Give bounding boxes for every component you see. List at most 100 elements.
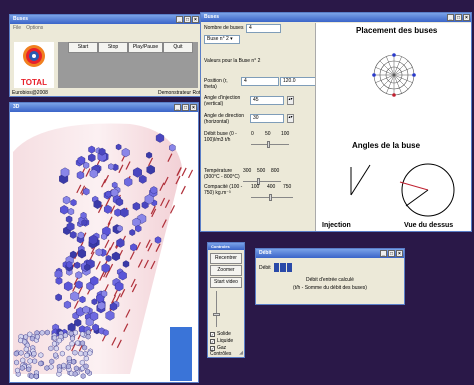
bus-count-input[interactable]: 4 <box>246 24 281 33</box>
particle <box>74 261 81 269</box>
controls-footer: Contrôles <box>210 351 232 357</box>
minimize-icon[interactable]: _ <box>174 104 181 111</box>
particle <box>68 330 74 337</box>
visual-panel: Placement des buses Angles de la buse In… <box>315 23 471 231</box>
particle <box>27 331 33 338</box>
particle <box>83 363 89 370</box>
maximize-icon[interactable]: □ <box>388 250 395 257</box>
particle <box>71 358 77 365</box>
debit-slider[interactable] <box>251 141 289 148</box>
particle <box>92 323 99 332</box>
checkmark-icon: ✓ <box>210 331 215 337</box>
bus-select-value: Buse n° 2 <box>207 36 229 42</box>
quit-button[interactable]: Quit <box>163 42 193 53</box>
bus-marker-selected[interactable] <box>392 93 396 97</box>
temperature-label: Température (300°C - 800°C) <box>204 168 240 180</box>
particle <box>72 349 78 356</box>
close-icon[interactable]: × <box>396 250 403 257</box>
controls-vertical-slider[interactable] <box>216 291 217 327</box>
angle-injection-input[interactable]: 45 <box>250 96 284 105</box>
buses-titlebar[interactable]: Buses _ □ × <box>201 13 471 22</box>
minimize-icon[interactable]: _ <box>176 16 183 23</box>
debit-slider-thumb[interactable] <box>267 141 270 148</box>
compacite-tick-1: 400 <box>267 184 276 190</box>
particle <box>75 340 81 346</box>
controls-titlebar[interactable]: Controles <box>208 243 244 250</box>
start-video-button[interactable]: Start video <box>210 277 242 288</box>
total-logo: TOTAL <box>14 42 54 88</box>
scene-blue-handle[interactable] <box>170 327 192 381</box>
checkmark-icon: ✓ <box>210 345 215 351</box>
position-theta-input[interactable]: 120.0 <box>280 77 318 86</box>
particle <box>23 334 29 340</box>
placement-heading: Placement des buses <box>356 26 438 35</box>
zoomer-button[interactable]: Zoomer <box>210 265 242 276</box>
particle <box>48 364 54 370</box>
angle-direction-spinner[interactable]: ▴▾ <box>287 114 294 123</box>
liquide-checkbox[interactable]: ✓ Liquide <box>210 338 233 344</box>
particle <box>69 231 77 239</box>
particle <box>66 363 71 370</box>
close-icon[interactable]: × <box>190 104 197 111</box>
particle <box>29 335 35 342</box>
arrow-mark <box>187 169 194 179</box>
recentrer-button[interactable]: Recentrer <box>210 253 242 264</box>
particle <box>14 359 20 366</box>
menu-options[interactable]: Options <box>26 24 43 33</box>
particle <box>80 340 86 346</box>
menu-file[interactable]: File <box>13 24 21 33</box>
particle <box>66 355 72 362</box>
temperature-tick-1: 500 <box>257 168 266 174</box>
close-icon[interactable]: × <box>463 14 470 21</box>
bus-select[interactable]: Buse n° 2 ▾ <box>204 35 240 44</box>
debit-bar-segment <box>286 263 292 272</box>
minimize-icon[interactable]: _ <box>447 14 454 21</box>
play-pause-button[interactable]: Play/Pause <box>128 42 163 53</box>
particle <box>13 350 19 357</box>
close-icon[interactable]: × <box>192 16 199 23</box>
particle <box>84 263 91 271</box>
maximize-icon[interactable]: □ <box>182 104 189 111</box>
placement-polar-diagram[interactable] <box>364 45 424 105</box>
particle <box>24 352 30 359</box>
bus-marker[interactable] <box>412 73 416 77</box>
particle <box>53 352 58 358</box>
status-text: Demonstrateur Rot <box>158 90 201 96</box>
angle-direction-input[interactable]: 30 <box>250 114 284 123</box>
angle-injection-spinner[interactable]: ▴▾ <box>287 96 294 105</box>
main-window: Buses _ □ × File Options TOTAL Start Stop P… <box>9 14 201 97</box>
particle <box>122 260 130 268</box>
angle-direction-label: Angle de direction (horizontal) <box>204 113 245 125</box>
position-r-input[interactable]: 4 <box>241 77 279 86</box>
minimize-icon[interactable]: _ <box>380 250 387 257</box>
compacite-tick-2: 750 <box>283 184 292 190</box>
particle <box>39 329 45 336</box>
solide-checkbox[interactable]: ✓ Solide <box>210 331 231 337</box>
controls-slider-thumb[interactable] <box>213 313 220 316</box>
compacite-slider-thumb[interactable] <box>269 194 272 201</box>
particle <box>105 190 112 198</box>
particle <box>78 350 84 357</box>
view3d-titlebar[interactable]: 3D _ □ × <box>10 103 198 112</box>
particle <box>98 147 106 156</box>
maximize-icon[interactable]: □ <box>184 16 191 23</box>
debit-titlebar[interactable]: Débit _ □ × <box>256 249 404 258</box>
particle <box>44 329 50 336</box>
resize-grip-icon[interactable]: ◢ <box>239 350 243 356</box>
debit-description-2: (t/h - Somme du débit des buses) <box>293 285 367 291</box>
compacite-slider[interactable] <box>251 194 293 201</box>
stop-button[interactable]: Stop <box>98 42 128 53</box>
maximize-icon[interactable]: □ <box>455 14 462 21</box>
particle <box>73 365 79 372</box>
particle <box>52 335 58 341</box>
bus-marker[interactable] <box>372 73 376 77</box>
particle <box>80 211 87 220</box>
temperature-slider[interactable] <box>243 178 281 185</box>
bus-marker[interactable] <box>392 53 396 57</box>
main-window-titlebar[interactable]: Buses _ □ × <box>10 15 200 24</box>
start-button[interactable]: Start <box>68 42 98 53</box>
particle <box>93 199 102 209</box>
temperature-tick-0: 300 <box>243 168 252 174</box>
particle <box>65 344 71 351</box>
particle <box>48 345 54 352</box>
